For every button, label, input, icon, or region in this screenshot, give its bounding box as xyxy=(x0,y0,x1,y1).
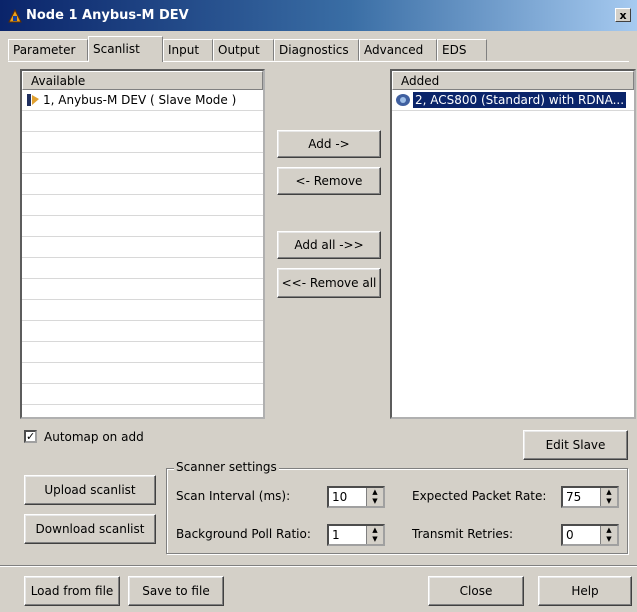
window-title: Node 1 Anybus-M DEV xyxy=(26,8,189,23)
download-scanlist-button[interactable]: Download scanlist xyxy=(24,514,156,544)
upload-scanlist-button[interactable]: Upload scanlist xyxy=(24,475,156,505)
expected-packet-rate-value[interactable]: 75 xyxy=(566,490,581,504)
empty-row xyxy=(22,300,263,321)
spin-arrows-icon[interactable]: ▲ ▼ xyxy=(600,488,617,506)
empty-row xyxy=(22,216,263,237)
empty-row xyxy=(22,237,263,258)
transmit-retries-label: Transmit Retries: xyxy=(412,527,514,541)
expected-packet-rate-spinner[interactable]: 75 ▲ ▼ xyxy=(561,486,619,508)
empty-row xyxy=(22,111,263,132)
remove-all-button[interactable]: <<- Remove all xyxy=(277,268,381,298)
transmit-retries-spinner[interactable]: 0 ▲ ▼ xyxy=(561,524,619,546)
expected-packet-rate-label: Expected Packet Rate: xyxy=(412,489,547,503)
list-item[interactable]: 1, Anybus-M DEV ( Slave Mode ) xyxy=(22,90,263,111)
spin-arrows-icon[interactable]: ▲ ▼ xyxy=(600,526,617,544)
empty-row xyxy=(22,258,263,279)
drive-icon xyxy=(396,94,410,106)
scanlist-dialog: Node 1 Anybus-M DEV x Parameter Scanlist… xyxy=(0,0,637,612)
tab-output[interactable]: Output xyxy=(213,39,274,61)
scan-interval-label: Scan Interval (ms): xyxy=(176,489,291,503)
background-poll-spinner[interactable]: 1 ▲ ▼ xyxy=(327,524,385,546)
tab-advanced[interactable]: Advanced xyxy=(359,39,437,61)
edit-slave-button[interactable]: Edit Slave xyxy=(523,430,628,460)
add-button[interactable]: Add -> xyxy=(277,130,381,158)
footer-separator xyxy=(0,565,637,567)
title-bar[interactable]: Node 1 Anybus-M DEV x xyxy=(0,0,637,31)
tab-input[interactable]: Input xyxy=(163,39,213,61)
load-from-file-button[interactable]: Load from file xyxy=(24,576,120,606)
empty-row xyxy=(22,195,263,216)
help-button[interactable]: Help xyxy=(538,576,632,606)
list-item[interactable]: 2, ACS800 (Standard) with RDNA... xyxy=(392,90,634,111)
scan-interval-spinner[interactable]: 10 ▲ ▼ xyxy=(327,486,385,508)
empty-row xyxy=(22,174,263,195)
automap-label: Automap on add xyxy=(44,430,144,444)
empty-row xyxy=(22,342,263,363)
available-header[interactable]: Available xyxy=(22,71,263,90)
scan-interval-value[interactable]: 10 xyxy=(332,490,347,504)
spin-arrows-icon[interactable]: ▲ ▼ xyxy=(366,488,383,506)
tab-eds[interactable]: EDS xyxy=(437,39,487,61)
tab-diagnostics[interactable]: Diagnostics xyxy=(274,39,359,61)
list-item-label: 2, ACS800 (Standard) with RDNA... xyxy=(413,92,627,108)
tab-parameter[interactable]: Parameter xyxy=(8,39,88,61)
add-all-button[interactable]: Add all ->> xyxy=(277,231,381,259)
empty-row xyxy=(22,279,263,300)
background-poll-label: Background Poll Ratio: xyxy=(176,527,311,541)
tab-scanlist[interactable]: Scanlist xyxy=(88,36,163,62)
empty-row xyxy=(22,321,263,342)
transmit-retries-value[interactable]: 0 xyxy=(566,528,574,542)
empty-row xyxy=(22,132,263,153)
empty-row xyxy=(22,363,263,384)
added-list[interactable]: Added 2, ACS800 (Standard) with RDNA... xyxy=(390,69,636,419)
scanner-settings-title: Scanner settings xyxy=(174,460,279,474)
added-header[interactable]: Added xyxy=(392,71,634,90)
scanner-settings-group: Scanner settings xyxy=(166,460,628,554)
remove-button[interactable]: <- Remove xyxy=(277,167,381,195)
list-item-label: 1, Anybus-M DEV ( Slave Mode ) xyxy=(43,93,237,107)
empty-row xyxy=(22,405,263,417)
empty-row xyxy=(22,153,263,174)
empty-row xyxy=(22,384,263,405)
save-to-file-button[interactable]: Save to file xyxy=(128,576,224,606)
app-icon xyxy=(8,8,22,23)
available-list[interactable]: Available 1, Anybus-M DEV ( Slave Mode ) xyxy=(20,69,265,419)
empty-row xyxy=(392,111,634,132)
background-poll-value[interactable]: 1 xyxy=(332,528,340,542)
device-icon xyxy=(27,94,39,106)
automap-checkbox[interactable]: ✓ xyxy=(24,430,37,443)
spin-arrows-icon[interactable]: ▲ ▼ xyxy=(366,526,383,544)
close-window-button[interactable]: x xyxy=(615,8,631,22)
close-button[interactable]: Close xyxy=(428,576,524,606)
